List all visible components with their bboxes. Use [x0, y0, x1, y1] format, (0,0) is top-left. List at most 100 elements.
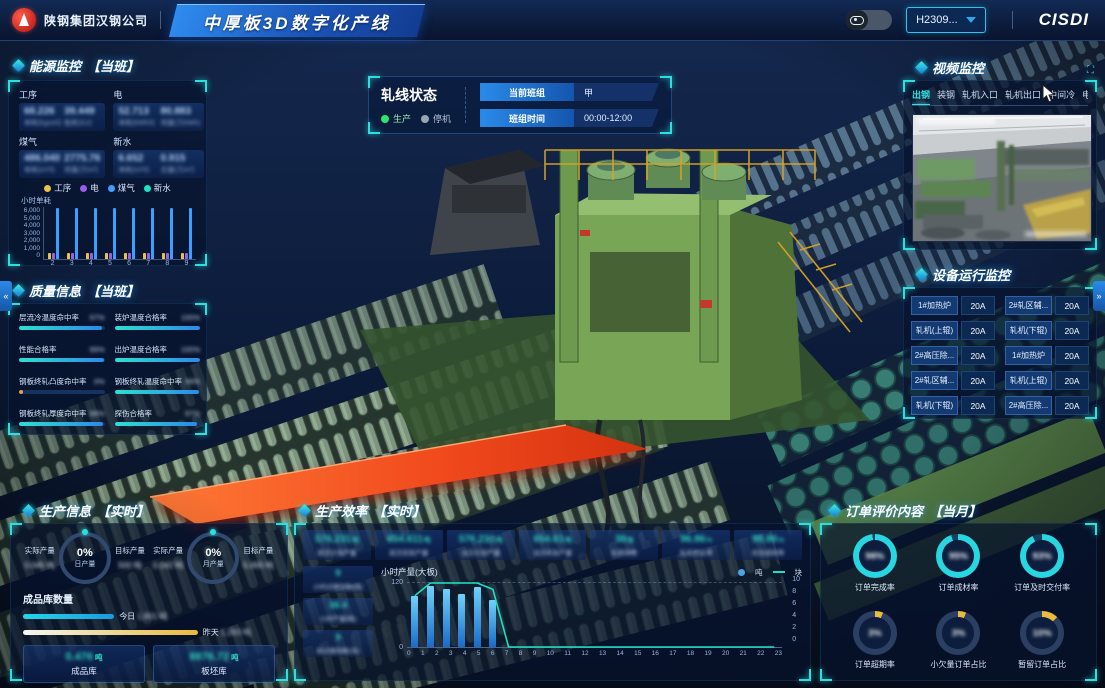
right-y-tick: 10 [792, 576, 800, 583]
equipment-current-value: 20A [961, 321, 995, 340]
quality-label: 钢板终轧凸度命中率 [19, 376, 87, 387]
energy-value: 6.652 [118, 153, 156, 164]
stat-card: 98.86% 综合成材率 [734, 530, 802, 560]
chevron-down-icon [966, 17, 976, 23]
expand-icon[interactable]: ⛶ [1087, 65, 1094, 76]
quality-percent: 100% [181, 345, 200, 354]
quality-label: 钢板终轧温度命中率 [115, 376, 183, 387]
daily-output-ring-group: 实际产量 0.045 吨 0% 日产量 目标产量 500 吨 [23, 532, 146, 584]
equipment-item: 轧机(下辊) 20A [911, 396, 995, 415]
energy-value-label: 单耗(kWh/t) [118, 118, 156, 128]
equipment-panel-title: 设备运行监控 [917, 265, 1010, 284]
cctv-video-frame[interactable] [912, 114, 1092, 242]
energy-value-label: 单耗(m³/t) [118, 165, 156, 175]
quality-item: 钢板终轧温度命中率 99% [115, 376, 201, 394]
diamond-icon [915, 61, 928, 74]
quality-item: 装炉温度合格率 100% [115, 312, 201, 330]
orders-panel-title: 订单评价内容 【当月】 [830, 501, 981, 520]
order-gauge: 95% 订单成材率 [936, 534, 980, 593]
corner-bracket [195, 254, 207, 266]
corner-bracket [195, 80, 207, 92]
energy-sections: 工序 68.226 单耗(kgce/t) 39.449 能耗(GJ) 电 52.… [19, 87, 196, 178]
app-title-plate: 中厚板3D数字化产线 [169, 4, 425, 37]
corner-bracket [10, 669, 22, 681]
x-tick: 23 [775, 650, 782, 657]
x-tick: 14 [617, 650, 624, 657]
energy-section-name: 新水 [113, 135, 203, 148]
corner-bracket [799, 523, 811, 535]
energy-panel-title: 能源监控 【当班】 [14, 56, 139, 75]
bar-group [67, 207, 78, 259]
heat-number-dropdown[interactable]: H2309... [906, 7, 986, 33]
efficiency-panel: 576.231吨 班次计划产量 654.611吨 班次实际产量 576.231吨… [294, 523, 811, 681]
right-y-tick: 0 [792, 636, 800, 643]
collapse-left-button[interactable]: « [0, 281, 12, 311]
energy-chart: 6,0005,0004,0003,0002,0001,0000 [19, 207, 196, 260]
gauge-percent: 3% [936, 611, 980, 655]
stat-card: 654.61吨 当日实际产量 [519, 530, 587, 560]
bar-group [143, 207, 154, 259]
corner-bracket [660, 76, 672, 88]
equipment-name: 2#轧区辅... [911, 371, 958, 390]
x-tick: 5 [477, 650, 481, 657]
finished-stock-box: 0.476吨 成品库 [23, 645, 145, 683]
legend-dot [44, 185, 51, 192]
gauge-label: 订单及时交付率 [1014, 582, 1070, 593]
eye-icon [846, 10, 868, 30]
corner-bracket [820, 523, 832, 535]
energy-value-label: 用量(万kWh) [160, 118, 198, 128]
video-tab[interactable]: 中间冷 [1048, 88, 1075, 101]
equipment-current-value: 20A [1055, 296, 1089, 315]
equipment-item: 2#高压除... 20A [911, 346, 995, 365]
video-tabs: 出钢装钢轧机入口轧机出口中间冷电加热 [912, 88, 1088, 106]
x-tick: 9 [184, 260, 188, 267]
header-divider [160, 11, 161, 29]
quality-bar [19, 422, 105, 426]
x-tick: 8 [519, 650, 523, 657]
x-tick: 2 [435, 650, 439, 657]
equipment-name: 1#加热炉 [1005, 346, 1052, 365]
x-tick: 2 [51, 260, 55, 267]
x-tick: 21 [740, 650, 747, 657]
energy-chart-yaxis: 6,0005,0004,0003,0002,0001,0000 [19, 207, 43, 259]
right-y-tick: 8 [792, 588, 800, 595]
quality-bar [19, 390, 105, 394]
company-name: 陕钢集团汉钢公司 [44, 12, 148, 29]
x-tick: 6 [491, 650, 495, 657]
x-tick: 6 [127, 260, 131, 267]
equipment-name: 2#高压除... [911, 346, 958, 365]
hourly-chart-right-axis: 1086420 [792, 576, 800, 643]
donut-ring: 93% [1020, 534, 1064, 578]
quality-percent: 99% [185, 377, 200, 386]
corner-bracket [799, 669, 811, 681]
video-tab[interactable]: 轧机入口 [962, 88, 998, 101]
order-gauge: 10% 暂留订单占比 [1018, 611, 1066, 670]
collapse-right-button[interactable]: » [1093, 281, 1105, 311]
energy-value: 2775.76 [64, 153, 100, 164]
energy-value: 52.713 [118, 106, 156, 117]
legend-item: 煤气 [108, 182, 135, 194]
energy-value: 80.883 [160, 106, 198, 117]
x-tick: 18 [687, 650, 694, 657]
status-field-label: 班组时间 [480, 109, 574, 127]
diamond-icon [22, 504, 35, 517]
stat-card: 38块 轧制块数 [590, 530, 658, 560]
status-field-value: 00:00-12:00 [574, 109, 659, 127]
energy-value-label: 单耗(m³/t) [24, 165, 60, 175]
x-tick: 4 [89, 260, 93, 267]
video-tab[interactable]: 装钢 [937, 88, 955, 101]
visibility-toggle[interactable] [846, 10, 892, 30]
cisdi-logo: CISDI [1039, 10, 1089, 30]
gauge-percent: 10% [1020, 611, 1064, 655]
line-status-title: 轧线状态 [381, 85, 451, 105]
x-tick: 13 [599, 650, 606, 657]
line-status-fields: 当前班组 甲 班组时间 00:00-12:00 [480, 83, 659, 127]
video-tab[interactable]: 轧机出口 [1005, 88, 1041, 101]
x-tick: 3 [449, 650, 453, 657]
corner-bracket [903, 238, 915, 250]
quality-bar [115, 326, 201, 330]
cctv-still [913, 115, 1091, 241]
production-panel: 实际产量 0.045 吨 0% 日产量 目标产量 500 吨 实际产量 0.14… [10, 523, 288, 681]
corner-bracket [1085, 523, 1097, 535]
gauge-label: 订单完成率 [855, 582, 895, 593]
